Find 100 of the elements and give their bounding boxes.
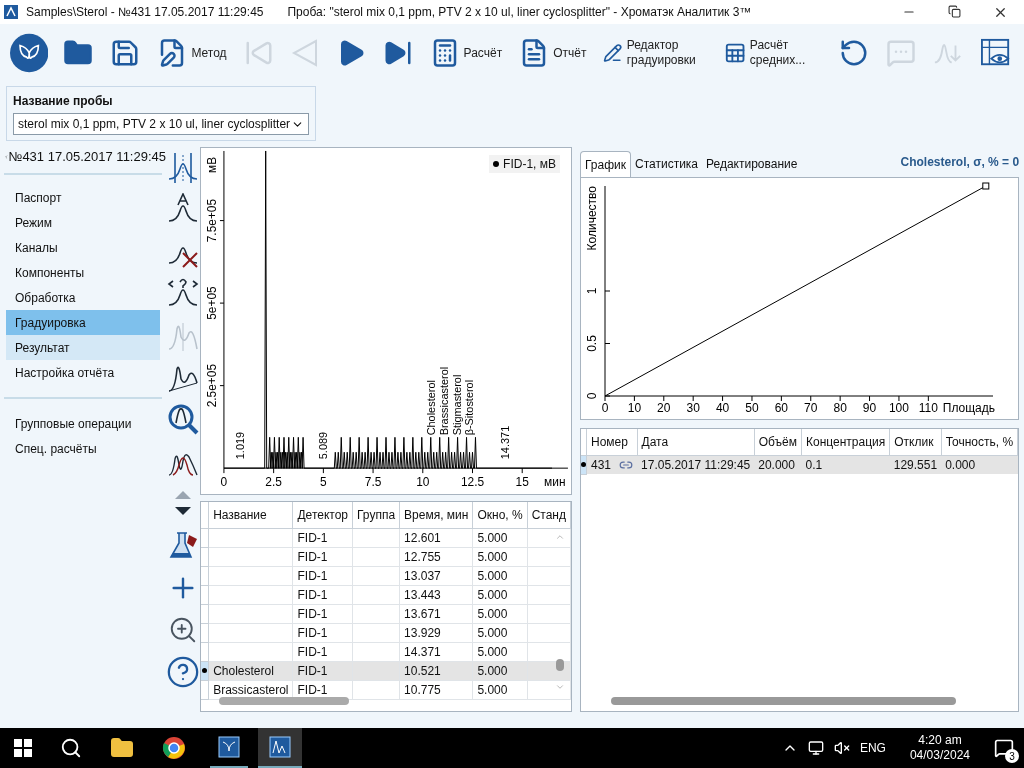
column-header[interactable]: Группа: [352, 502, 400, 528]
column-header[interactable]: Окно, %: [472, 502, 528, 528]
table-cell: 12.601: [399, 528, 473, 547]
row-marker[interactable]: [201, 585, 209, 604]
column-header[interactable]: Номер: [586, 429, 638, 455]
table-cell: FID-1: [293, 528, 353, 547]
nav-item[interactable]: Паспорт: [6, 185, 160, 210]
peak-split-icon[interactable]: [167, 151, 199, 185]
browser-icon[interactable]: [162, 736, 186, 760]
column-header[interactable]: Станд: [527, 502, 571, 528]
horizontal-scrollbar[interactable]: [611, 697, 956, 705]
table-cell: 13.037: [399, 566, 473, 585]
scroll-thumb[interactable]: [556, 658, 564, 671]
column-header[interactable]: Концентрация: [801, 429, 890, 455]
nav-item[interactable]: Спец. расчёты: [0, 436, 166, 461]
back-link[interactable]: №431 17.05.2017 11:29:45: [0, 147, 166, 167]
table-cell: FID-1: [293, 604, 353, 623]
row-marker[interactable]: [581, 455, 587, 474]
table-cell: [352, 642, 400, 661]
table-cell: 5.000: [472, 623, 528, 642]
tick-label: 80: [833, 401, 847, 415]
table-cell: [527, 547, 571, 566]
column-header[interactable]: Время, мин: [399, 502, 473, 528]
toolbar-button[interactable]: Отчёт: [517, 36, 589, 70]
help-icon[interactable]: [166, 655, 200, 689]
row-marker[interactable]: [201, 623, 209, 642]
tick-label: 1: [585, 287, 599, 295]
table-cell: FID-1: [293, 623, 353, 642]
row-marker[interactable]: [201, 547, 209, 566]
table-cell: FID-1: [293, 585, 353, 604]
horizontal-scrollbar[interactable]: [219, 697, 349, 705]
nav-item[interactable]: Компоненты: [6, 260, 160, 285]
nav-item[interactable]: Обработка: [6, 285, 160, 310]
zoom-icon[interactable]: [168, 615, 198, 645]
column-header[interactable]: Точность, %: [941, 429, 1018, 455]
table-cell: [352, 566, 400, 585]
nav-item[interactable]: Результат: [6, 335, 160, 360]
table-cell: [527, 680, 571, 699]
start-icon[interactable]: [14, 739, 32, 757]
tab[interactable]: График: [580, 151, 631, 177]
tick-label: 0: [585, 392, 599, 400]
table-cell: 13.929: [399, 623, 473, 642]
tick-label: 30: [686, 401, 700, 415]
row-marker[interactable]: [201, 642, 209, 661]
toolbar-button[interactable]: Расчёт: [427, 36, 505, 70]
vertical-scrollbar[interactable]: [555, 532, 565, 692]
nav-item[interactable]: Градуировка: [6, 310, 160, 335]
nav-item[interactable]: Каналы: [6, 235, 160, 260]
toolbar-button[interactable]: Редактор градуировки: [601, 36, 709, 70]
nav-item[interactable]: Настройка отчёта: [6, 360, 160, 385]
tick-label: 2.5: [265, 475, 282, 490]
tick-label: 70: [804, 401, 818, 415]
peak-label: 1.019: [233, 431, 246, 460]
table-cell: 13.671: [399, 604, 473, 623]
table-cell: 5.000: [472, 680, 528, 699]
table-cell: 5.000: [472, 547, 528, 566]
toolbar-button[interactable]: Расчёт средних...: [721, 36, 824, 70]
network-icon[interactable]: [807, 740, 824, 756]
row-marker[interactable]: [201, 566, 209, 585]
table-cell: 5.000: [472, 604, 528, 623]
tab[interactable]: Редактирование: [702, 151, 802, 177]
tab[interactable]: Статистика: [631, 151, 703, 177]
table-cell: 5.000: [472, 642, 528, 661]
window-title: Samples\Sterol - №431 17.05.2017 11:29:45: [26, 4, 264, 21]
restore-icon[interactable]: [948, 4, 961, 18]
axis-unit: мВ: [205, 156, 219, 173]
column-header[interactable]: Отклик: [889, 429, 942, 455]
clock[interactable]: 4:20 am 04/03/2024: [909, 733, 970, 763]
peak-label: Stigmasterol: [450, 374, 463, 436]
folder-icon[interactable]: [110, 736, 134, 760]
speaker-muted-icon[interactable]: [833, 740, 850, 756]
table-cell: 0.1: [801, 455, 890, 474]
tick-label: 110: [918, 401, 938, 415]
column-header[interactable]: Название: [208, 502, 293, 528]
toolbar-button[interactable]: Метод: [155, 36, 229, 70]
peak-magnifier-icon[interactable]: [167, 403, 199, 437]
table-cell: [527, 566, 571, 585]
tick-label: 10: [627, 401, 642, 415]
table-cell: [352, 680, 400, 699]
tick-label: 5e+05: [205, 286, 219, 320]
row-marker[interactable]: [201, 680, 209, 699]
table-cell: FID-1: [293, 547, 353, 566]
tick-label: 15: [515, 475, 529, 490]
nav-item[interactable]: Режим: [6, 210, 160, 235]
tick-label: 60: [774, 401, 789, 415]
notification-count: 3: [1005, 749, 1019, 763]
row-marker[interactable]: [201, 604, 209, 623]
row-marker[interactable]: [201, 528, 209, 547]
tick-label: 100: [888, 401, 909, 415]
column-header[interactable]: Объём: [754, 429, 802, 455]
nav-item[interactable]: Групповые операции: [0, 411, 166, 436]
search-icon[interactable]: [60, 737, 82, 759]
chart-taskbar-icon[interactable]: [258, 728, 302, 768]
table-cell: [527, 528, 571, 547]
column-header[interactable]: Детектор: [293, 502, 353, 528]
sample-name-dropdown[interactable]: sterol mix 0,1 ppm, PTV 2 x 10 ul, liner cyclosplitter: [13, 113, 309, 135]
row-marker[interactable]: [201, 661, 209, 680]
table-cell: [527, 623, 571, 642]
language-indicator[interactable]: ENG: [859, 739, 886, 757]
column-header[interactable]: Дата: [637, 429, 755, 455]
